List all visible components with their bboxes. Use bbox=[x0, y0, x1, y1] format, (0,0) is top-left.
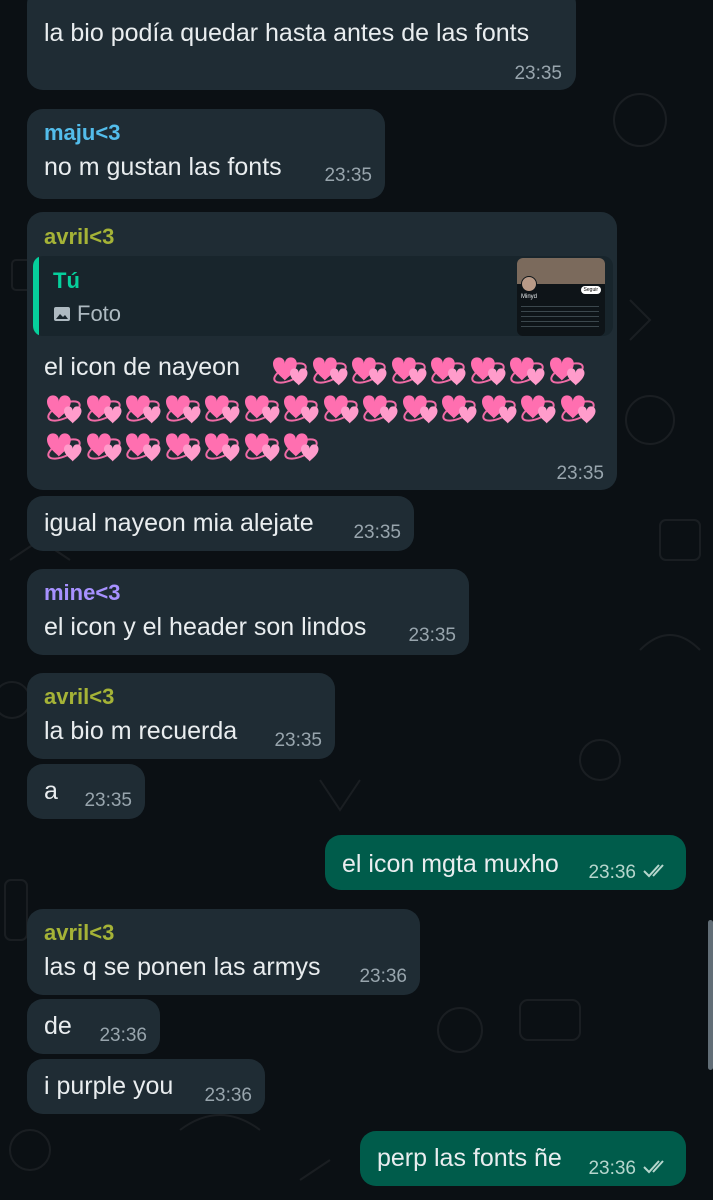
revolving-hearts-icon bbox=[323, 395, 358, 424]
revolving-hearts-icon bbox=[126, 395, 161, 424]
quoted-reply[interactable]: Tú Foto Seguir Minyd bbox=[33, 256, 613, 336]
revolving-hearts-icon bbox=[312, 357, 347, 386]
message-timestamp: 23:35 bbox=[353, 522, 401, 543]
revolving-hearts-icon bbox=[363, 395, 398, 424]
thumbnail-follow-button: Seguir bbox=[580, 286, 601, 294]
message-bubble[interactable]: mine<3 el icon y el header son lindos 23… bbox=[27, 569, 469, 655]
message-bubble[interactable]: igual nayeon mia alejate 23:35 bbox=[27, 496, 414, 551]
revolving-hearts-icon bbox=[284, 395, 319, 424]
message-text: de bbox=[44, 1012, 72, 1040]
sender-name[interactable]: avril<3 bbox=[44, 920, 114, 946]
quote-accent-bar bbox=[33, 256, 39, 336]
message-bubble[interactable]: avril<3 Tú Foto Seguir Minyd el icon de … bbox=[27, 212, 617, 490]
revolving-hearts-icon bbox=[47, 395, 82, 424]
revolving-hearts-icon bbox=[521, 395, 556, 424]
revolving-hearts-icon bbox=[86, 395, 121, 424]
revolving-hearts-icon bbox=[549, 357, 584, 386]
sender-name[interactable]: avril<3 bbox=[44, 224, 114, 250]
message-text: no m gustan las fonts bbox=[44, 153, 282, 181]
scrollbar-thumb[interactable] bbox=[708, 920, 713, 1070]
message-timestamp: 23:36 bbox=[588, 1158, 636, 1179]
revolving-hearts-icon bbox=[510, 357, 545, 386]
revolving-hearts-icon bbox=[481, 395, 516, 424]
revolving-hearts-icon bbox=[391, 357, 426, 386]
quote-type: Foto bbox=[53, 301, 121, 327]
revolving-hearts-icon bbox=[402, 395, 437, 424]
revolving-hearts-icon bbox=[205, 395, 240, 424]
revolving-hearts-icon bbox=[273, 357, 308, 386]
message-bubble[interactable]: maju<3 no m gustan las fonts 23:35 bbox=[27, 109, 385, 199]
message-text: perp las fonts ñe bbox=[377, 1144, 562, 1172]
message-text: a bbox=[44, 777, 58, 805]
revolving-hearts-icon bbox=[244, 433, 279, 462]
message-bubble-outgoing[interactable]: el icon mgta muxho 23:36 bbox=[325, 835, 686, 890]
message-timestamp: 23:36 bbox=[99, 1025, 147, 1046]
message-text: igual nayeon mia alejate bbox=[44, 509, 314, 537]
message-timestamp: 23:36 bbox=[588, 862, 636, 883]
message-timestamp: 23:35 bbox=[324, 165, 372, 186]
photo-thumbnail[interactable]: Seguir Minyd bbox=[517, 258, 605, 336]
message-text: i purple you bbox=[44, 1072, 174, 1100]
message-text: el icon y el header son lindos bbox=[44, 613, 367, 641]
message-text: las q se ponen las armys bbox=[44, 953, 321, 981]
revolving-hearts-icon bbox=[352, 357, 387, 386]
double-check-icon bbox=[643, 1160, 664, 1174]
revolving-hearts-icon bbox=[165, 395, 200, 424]
message-timestamp: 23:35 bbox=[556, 463, 604, 484]
quote-author: Tú bbox=[53, 268, 80, 293]
message-timestamp: 23:35 bbox=[408, 625, 456, 646]
revolving-hearts-icon bbox=[86, 433, 121, 462]
revolving-hearts-icon bbox=[244, 395, 279, 424]
thumbnail-avatar bbox=[521, 276, 537, 292]
revolving-hearts-icon bbox=[126, 433, 161, 462]
message-bubble[interactable]: avril<3 las q se ponen las armys 23:36 bbox=[27, 909, 420, 995]
double-check-icon bbox=[643, 864, 664, 878]
message-text: la bio podía quedar hasta antes de las f… bbox=[44, 19, 530, 47]
photo-icon bbox=[54, 307, 70, 321]
message-text: el icon de nayeon bbox=[44, 353, 240, 381]
thumbnail-bio-lines bbox=[521, 304, 599, 330]
message-timestamp: 23:35 bbox=[84, 790, 132, 811]
quote-type-label: Foto bbox=[77, 301, 122, 326]
revolving-hearts-icon bbox=[442, 395, 477, 424]
message-bubble-outgoing[interactable]: perp las fonts ñe 23:36 bbox=[360, 1131, 686, 1186]
message-bubble[interactable]: a 23:35 bbox=[27, 764, 145, 819]
message-bubble[interactable]: la bio podía quedar hasta antes de las f… bbox=[27, 0, 576, 90]
revolving-hearts-icon bbox=[431, 357, 466, 386]
message-timestamp: 23:35 bbox=[274, 730, 322, 751]
message-text: el icon mgta muxho bbox=[342, 850, 559, 878]
revolving-hearts-icon bbox=[560, 395, 595, 424]
message-timestamp: 23:36 bbox=[204, 1085, 252, 1106]
message-bubble[interactable]: avril<3 la bio m recuerda 23:35 bbox=[27, 673, 335, 759]
revolving-hearts-icon bbox=[205, 433, 240, 462]
message-bubble[interactable]: de 23:36 bbox=[27, 999, 160, 1054]
message-bubble[interactable]: i purple you 23:36 bbox=[27, 1059, 265, 1114]
sender-name[interactable]: avril<3 bbox=[44, 684, 114, 710]
revolving-hearts-icon bbox=[165, 433, 200, 462]
revolving-hearts-icon bbox=[47, 433, 82, 462]
sender-name[interactable]: mine<3 bbox=[44, 580, 120, 606]
revolving-hearts-icon bbox=[284, 433, 319, 462]
sender-name[interactable]: maju<3 bbox=[44, 120, 120, 146]
revolving-hearts-icon bbox=[470, 357, 505, 386]
message-timestamp: 23:36 bbox=[359, 966, 407, 987]
thumbnail-name: Minyd bbox=[521, 294, 538, 300]
message-timestamp: 23:35 bbox=[514, 63, 562, 84]
message-text: la bio m recuerda bbox=[44, 717, 238, 745]
